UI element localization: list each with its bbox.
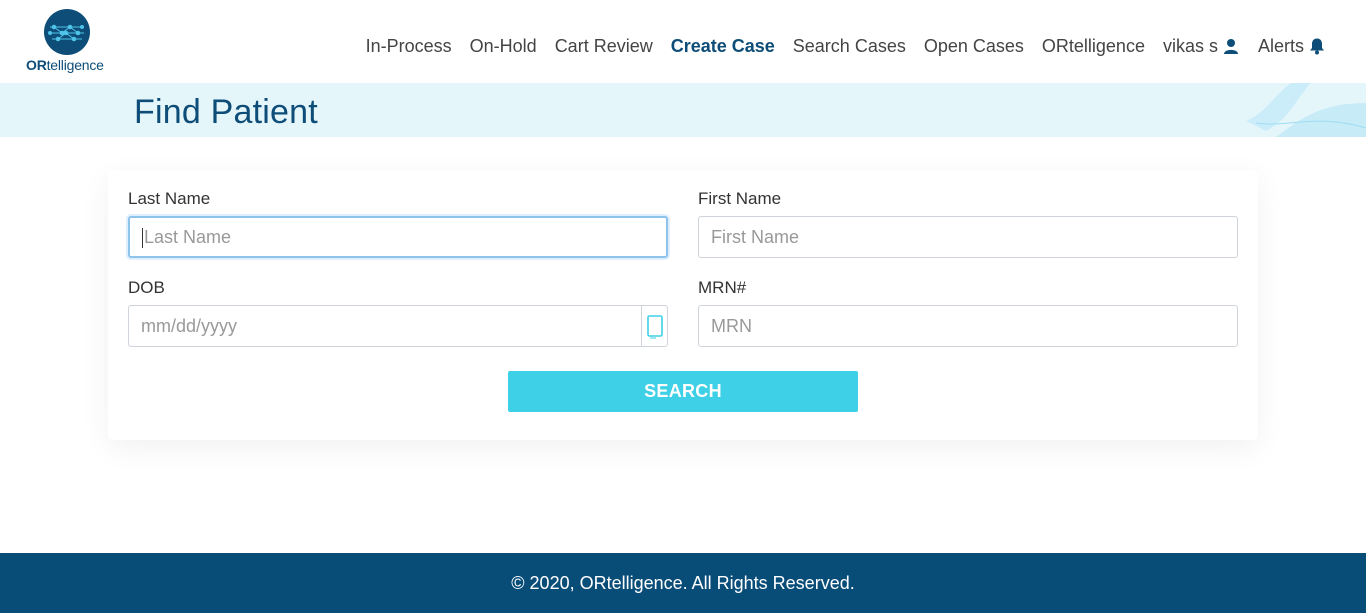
mrn-label: MRN# (698, 278, 747, 297)
dob-label: DOB (128, 278, 165, 297)
alerts-label: Alerts (1257, 35, 1304, 56)
calendar-icon (647, 315, 663, 339)
nav-cart-review[interactable]: Cart Review (555, 36, 653, 57)
last-name-placeholder: Last Name (144, 227, 232, 247)
nav-ortelligence[interactable]: ORtelligence (1042, 36, 1145, 57)
logo-wordmark: ORtelligence (26, 57, 104, 73)
last-name-label: Last Name (128, 189, 211, 208)
nav-alerts[interactable]: Alerts (1258, 36, 1326, 57)
last-name-input[interactable]: Last Name (128, 216, 668, 258)
logo-mark-icon (44, 9, 90, 55)
page-title-band: Find Patient (0, 83, 1366, 137)
brand-logo[interactable]: ORtelligence (26, 9, 112, 75)
mrn-input[interactable]: MRN (698, 305, 1238, 347)
footer-copyright: © 2020, ORtelligence. All Rights Reserve… (511, 573, 855, 593)
page-title: Find Patient (134, 93, 318, 131)
user-icon (1222, 37, 1240, 55)
top-header: ORtelligence In-Process On-Hold Cart Rev… (0, 0, 1366, 83)
nav-create-case[interactable]: Create Case (671, 36, 775, 57)
decorative-wave-icon (1246, 83, 1366, 137)
first-name-label: First Name (698, 189, 782, 208)
dob-calendar-button[interactable] (641, 305, 668, 347)
search-button[interactable]: SEARCH (508, 371, 858, 412)
user-name: vikas s (1162, 35, 1218, 56)
nav-open-cases[interactable]: Open Cases (924, 36, 1024, 57)
dob-input[interactable]: mm/dd/yyyy (128, 305, 642, 347)
main-nav: In-Process On-Hold Cart Review Create Ca… (348, 33, 1326, 59)
nav-on-hold[interactable]: On-Hold (470, 36, 537, 57)
page-footer: © 2020, ORtelligence. All Rights Reserve… (0, 553, 1366, 613)
first-name-input[interactable]: First Name (698, 216, 1238, 258)
nav-user-menu[interactable]: vikas s (1163, 36, 1240, 57)
bell-icon (1308, 37, 1326, 55)
nav-in-process[interactable]: In-Process (366, 36, 452, 57)
nav-search-cases[interactable]: Search Cases (793, 36, 906, 57)
text-caret (142, 228, 143, 249)
